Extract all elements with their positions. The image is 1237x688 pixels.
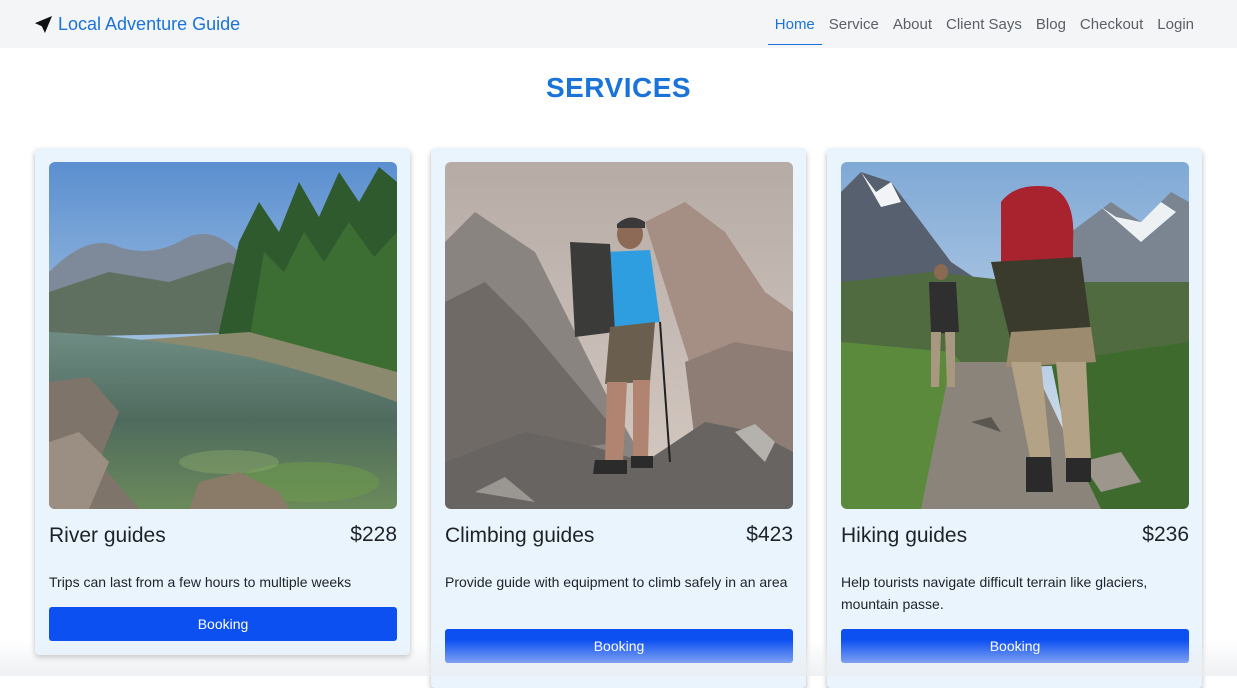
- brand-link[interactable]: Local Adventure Guide: [34, 12, 240, 36]
- nav-links: Home Service About Client Says Blog Chec…: [767, 0, 1194, 48]
- nav-checkout[interactable]: Checkout: [1080, 3, 1143, 45]
- booking-button[interactable]: Booking: [841, 629, 1189, 663]
- service-price: $236: [1142, 523, 1189, 546]
- service-price: $228: [350, 523, 397, 546]
- service-description: Provide guide with equipment to climb sa…: [445, 574, 788, 590]
- booking-button[interactable]: Booking: [49, 607, 397, 641]
- service-price: $423: [746, 523, 793, 546]
- brand-name: Local Adventure Guide: [58, 13, 241, 34]
- river-photo: [49, 162, 397, 509]
- service-name: Climbing guides: [445, 524, 595, 547]
- service-card-river: River guides $228 Trips can last from a …: [35, 148, 410, 655]
- section-title: SERVICES: [545, 72, 692, 103]
- booking-button[interactable]: Booking: [445, 629, 793, 663]
- service-card-hiking: Hiking guides $236 Help tourists navigat…: [827, 148, 1202, 688]
- nav-login[interactable]: Login: [1157, 3, 1194, 45]
- nav-blog[interactable]: Blog: [1036, 3, 1066, 45]
- navbar: Local Adventure Guide Home Service About…: [0, 0, 1237, 48]
- service-description: Trips can last from a few hours to multi…: [49, 574, 352, 590]
- navigation-arrow-icon: [34, 15, 53, 34]
- nav-home[interactable]: Home: [767, 3, 822, 45]
- nav-client-says[interactable]: Client Says: [946, 3, 1022, 45]
- service-card-climbing: Climbing guides $423 Provide guide with …: [431, 148, 806, 688]
- climber-photo: [445, 162, 793, 509]
- hikers-photo: [841, 162, 1189, 509]
- service-name: River guides: [49, 524, 166, 547]
- nav-service[interactable]: Service: [829, 3, 879, 45]
- nav-about[interactable]: About: [893, 3, 932, 45]
- service-name: Hiking guides: [841, 524, 968, 547]
- service-description: Help tourists navigate difficult terrain…: [841, 574, 1148, 612]
